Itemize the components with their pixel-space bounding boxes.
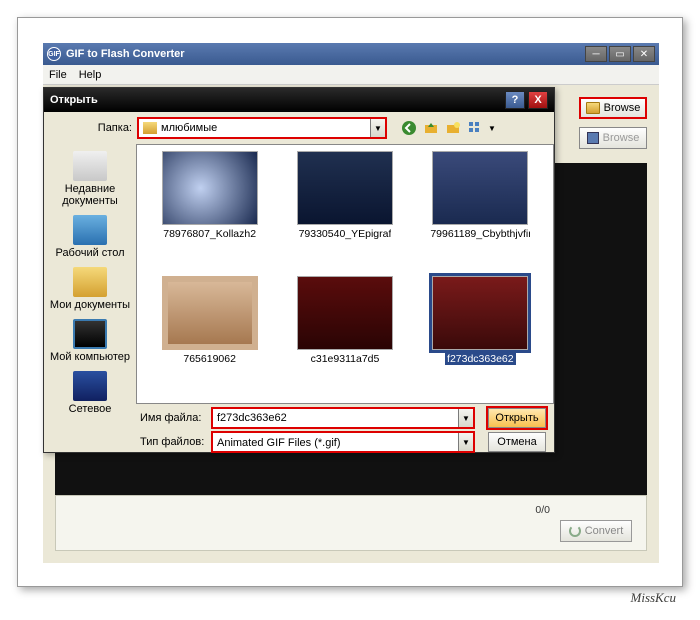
signature-watermark: MissKcu xyxy=(631,590,677,606)
file-grid: 78976807_Kollazh2 79330540_YEpigraf 7996… xyxy=(136,144,554,404)
thumbnail-icon xyxy=(162,151,258,225)
folder-icon xyxy=(143,122,157,134)
folder-icon xyxy=(586,102,600,114)
menu-help[interactable]: Help xyxy=(79,69,102,81)
convert-icon xyxy=(569,525,581,537)
place-computer[interactable]: Мой компьютер xyxy=(49,316,131,366)
file-item[interactable]: c31e9311a7d5 xyxy=(278,276,411,397)
convert-button[interactable]: Convert xyxy=(560,520,632,542)
cancel-button[interactable]: Отмена xyxy=(488,432,546,452)
browse-button-secondary[interactable]: Browse xyxy=(579,127,647,149)
app-title-text: GIF to Flash Converter xyxy=(66,48,585,60)
browse-button-primary[interactable]: Browse xyxy=(579,97,647,119)
thumbnail-icon xyxy=(297,151,393,225)
chevron-down-icon: ▼ xyxy=(374,124,382,133)
thumbnail-icon xyxy=(432,276,528,350)
thumbnail-icon xyxy=(162,276,258,350)
filename-dropdown-button[interactable]: ▼ xyxy=(458,408,474,428)
folder-dropdown-button[interactable]: ▼ xyxy=(370,118,386,138)
places-bar: Недавние документы Рабочий стол Мои доку… xyxy=(44,144,136,404)
desktop-icon xyxy=(73,215,107,245)
status-counter: 0/0 xyxy=(535,504,550,516)
file-item[interactable]: 79330540_YEpigraf xyxy=(278,151,411,272)
place-documents[interactable]: Мои документы xyxy=(49,264,131,314)
open-button[interactable]: Открыть xyxy=(488,408,546,428)
filename-input[interactable] xyxy=(212,408,458,428)
filetype-dropdown-button[interactable]: ▼ xyxy=(458,432,474,452)
maximize-button[interactable]: ▭ xyxy=(609,46,631,62)
filetype-label: Тип файлов: xyxy=(140,436,206,448)
computer-icon xyxy=(73,319,107,349)
thumbnail-icon xyxy=(297,276,393,350)
file-item[interactable]: 765619062 xyxy=(143,276,276,397)
dialog-close-button[interactable]: X xyxy=(528,91,548,109)
menu-bar: File Help xyxy=(43,65,659,85)
minimize-button[interactable]: ─ xyxy=(585,46,607,62)
new-folder-icon[interactable] xyxy=(444,119,462,137)
recent-icon xyxy=(73,151,107,181)
views-dropdown-icon[interactable]: ▼ xyxy=(488,124,496,133)
folder-combo[interactable]: млюбимые xyxy=(138,118,370,138)
documents-icon xyxy=(73,267,107,297)
views-icon[interactable] xyxy=(466,119,484,137)
chevron-down-icon: ▼ xyxy=(462,438,470,447)
close-button[interactable]: ✕ xyxy=(633,46,655,62)
thumbnail-icon xyxy=(432,151,528,225)
file-item-selected[interactable]: f273dc363e62 xyxy=(414,276,547,397)
app-window: GIF GIF to Flash Converter ─ ▭ ✕ File He… xyxy=(43,43,659,563)
app-titlebar[interactable]: GIF GIF to Flash Converter ─ ▭ ✕ xyxy=(43,43,659,65)
bottom-bar: 0/0 Convert xyxy=(55,495,647,551)
dialog-titlebar[interactable]: Открыть ? X xyxy=(44,88,554,112)
open-dialog: Открыть ? X Папка: млюбимые ▼ xyxy=(43,87,555,453)
place-network[interactable]: Сетевое xyxy=(49,368,131,418)
file-item[interactable]: 79961189_Cbybthjvfirb xyxy=(414,151,547,272)
filename-label: Имя файла: xyxy=(140,412,206,424)
place-recent[interactable]: Недавние документы xyxy=(49,148,131,210)
up-folder-icon[interactable] xyxy=(422,119,440,137)
folder-label: Папка: xyxy=(94,122,132,134)
dialog-help-button[interactable]: ? xyxy=(505,91,525,109)
place-desktop[interactable]: Рабочий стол xyxy=(49,212,131,262)
disk-icon xyxy=(587,132,599,144)
app-icon: GIF xyxy=(47,47,61,61)
back-icon[interactable] xyxy=(400,119,418,137)
chevron-down-icon: ▼ xyxy=(462,414,470,423)
menu-file[interactable]: File xyxy=(49,69,67,81)
file-item[interactable]: 78976807_Kollazh2 xyxy=(143,151,276,272)
network-icon xyxy=(73,371,107,401)
filetype-select[interactable]: Animated GIF Files (*.gif) xyxy=(212,432,458,452)
